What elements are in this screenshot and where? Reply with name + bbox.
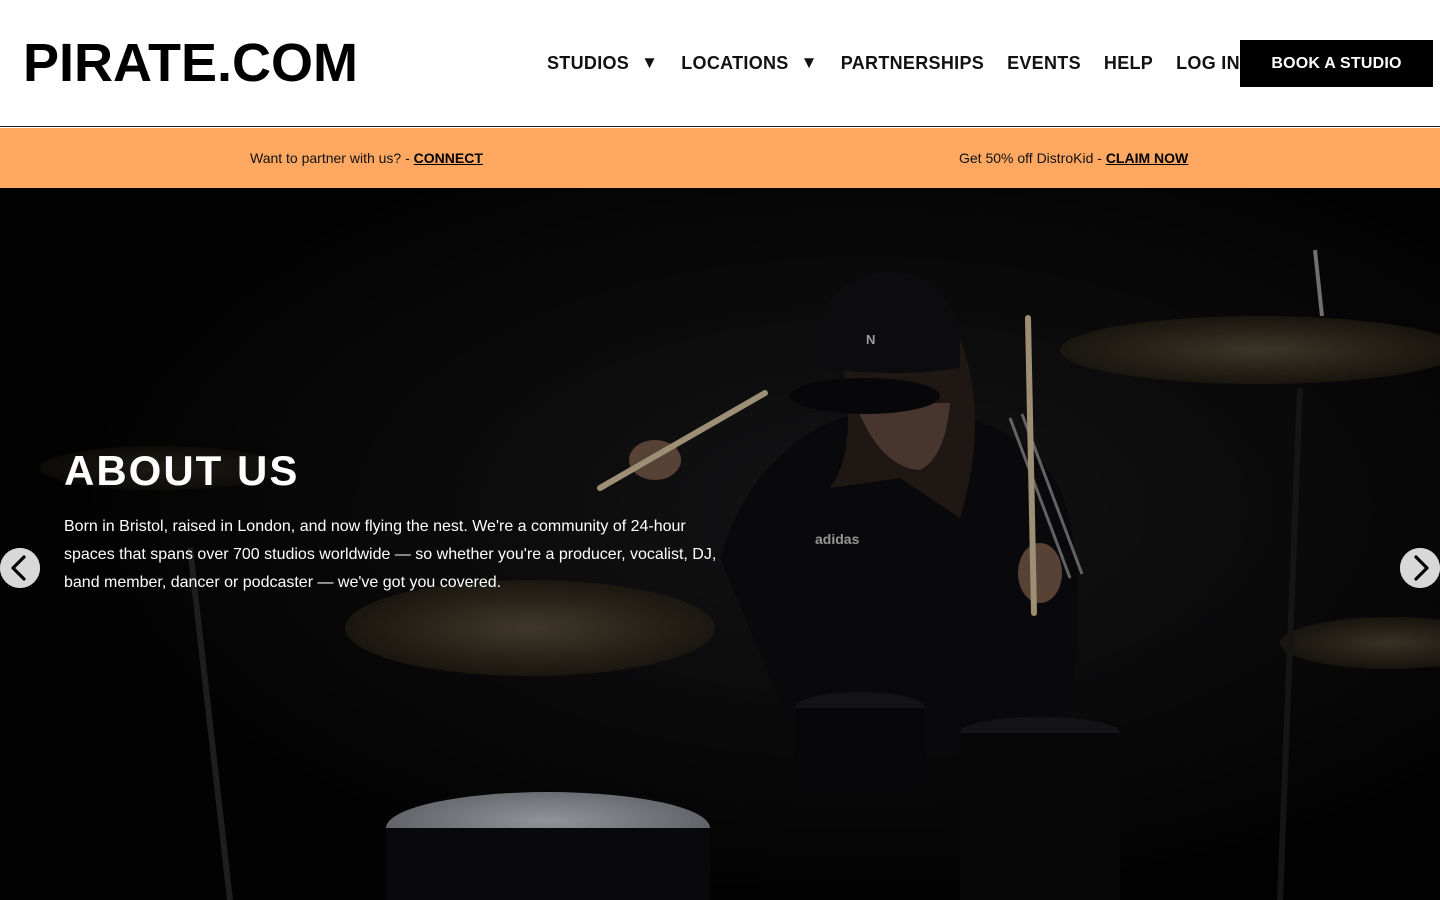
nav-item-studios[interactable]: STUDIOS ▼ (547, 53, 658, 74)
promo-partner-message: Want to partner with us? - CONNECT (250, 150, 483, 166)
site-logo[interactable]: PIRATE.COM (23, 33, 358, 93)
nav-item-help[interactable]: HELP (1104, 53, 1153, 74)
nav-item-events[interactable]: EVENTS (1007, 53, 1081, 74)
nav-item-label: LOCATIONS (681, 52, 789, 73)
main-nav: STUDIOS ▼ LOCATIONS ▼ PARTNERSHIPS EVENT… (547, 52, 1240, 74)
book-a-studio-button[interactable]: BOOK A STUDIO (1240, 40, 1433, 87)
nav-item-label: EVENTS (1007, 52, 1081, 73)
chevron-left-icon (0, 548, 40, 588)
nav-item-partnerships[interactable]: PARTNERSHIPS (841, 53, 984, 74)
page-title: ABOUT US (64, 447, 300, 494)
nav-item-label: LOG IN (1176, 52, 1240, 73)
promo-banner: Want to partner with us? - CONNECT Get 5… (0, 128, 1440, 188)
nav-item-label: STUDIOS (547, 52, 630, 73)
caret-down-icon: ▼ (641, 53, 659, 72)
promo-distrokid-message: Get 50% off DistroKid - CLAIM NOW (959, 150, 1188, 166)
nav-item-label: PARTNERSHIPS (840, 52, 985, 73)
claim-now-link[interactable]: CLAIM NOW (1106, 150, 1188, 166)
about-hero: N adidas ABOUT US Born in Bristol, raise… (0, 188, 1440, 900)
connect-link[interactable]: CONNECT (414, 150, 483, 166)
about-description: Born in Bristol, raised in London, and n… (64, 518, 717, 591)
promo-partner-text: Want to partner with us? - (250, 150, 414, 166)
carousel-next-button[interactable] (1400, 548, 1440, 588)
nav-item-label: HELP (1103, 52, 1154, 73)
nav-item-log-in[interactable]: LOG IN (1176, 53, 1240, 74)
nav-item-locations[interactable]: LOCATIONS ▼ (681, 53, 818, 74)
caret-down-icon: ▼ (800, 53, 818, 72)
site-header: PIRATE.COM STUDIOS ▼ LOCATIONS ▼ PARTNER… (0, 0, 1440, 127)
chevron-right-icon (1400, 548, 1440, 588)
carousel-prev-button[interactable] (0, 548, 40, 588)
promo-distrokid-text: Get 50% off DistroKid - (959, 150, 1106, 166)
